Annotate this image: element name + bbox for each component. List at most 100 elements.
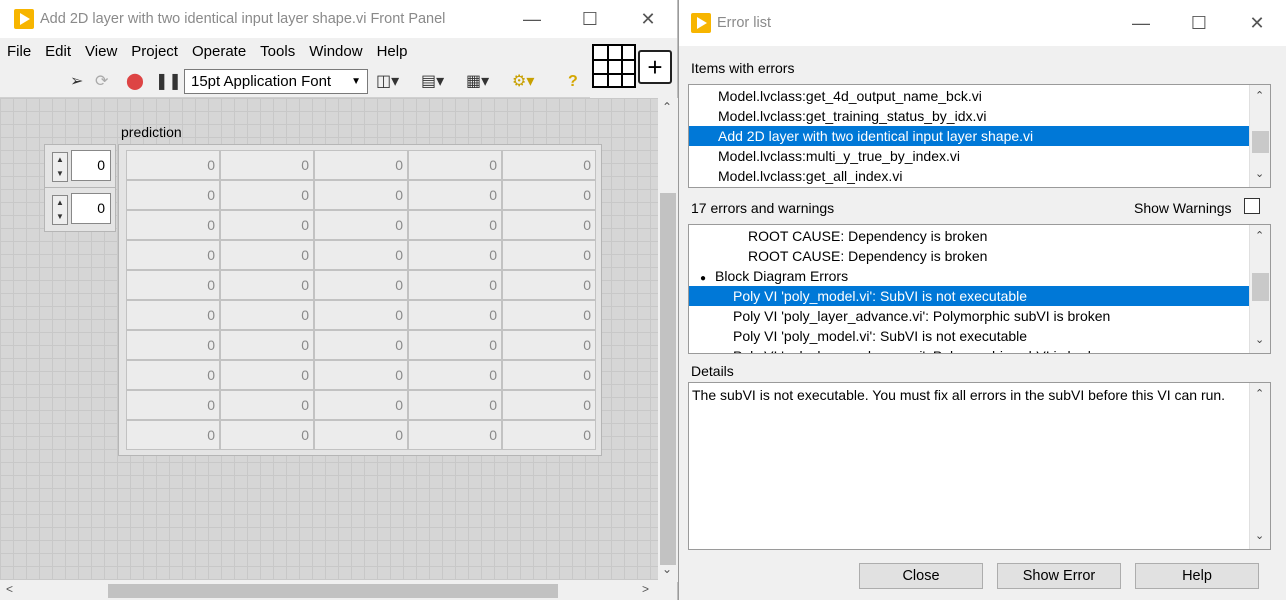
array-cell[interactable]: 0: [314, 360, 408, 390]
close-icon[interactable]: ✕: [1228, 0, 1286, 46]
close-button[interactable]: Close: [859, 563, 983, 589]
help-button[interactable]: Help: [1135, 563, 1259, 589]
scroll-up-icon[interactable]: ⌃: [1255, 229, 1264, 242]
menu-file[interactable]: File: [0, 43, 38, 60]
front-panel-canvas[interactable]: prediction ▲ ▼ 0 ▲ ▼ 0 0000000000000000000…: [0, 98, 658, 580]
details-scrollbar[interactable]: ⌃ ⌄: [1249, 383, 1270, 549]
index-row-value[interactable]: 0: [71, 150, 111, 181]
array-cell[interactable]: 0: [220, 240, 314, 270]
show-warnings-checkbox[interactable]: [1244, 198, 1260, 214]
menu-tools[interactable]: Tools: [253, 43, 302, 60]
array-cell[interactable]: 0: [126, 210, 220, 240]
items-with-errors-list[interactable]: Model.lvclass:get_4d_output_name_bck.vi M…: [688, 84, 1271, 188]
array-cell[interactable]: 0: [502, 180, 596, 210]
array-cell[interactable]: 0: [314, 180, 408, 210]
array-cell[interactable]: 0: [314, 150, 408, 180]
menu-view[interactable]: View: [78, 43, 124, 60]
scroll-down-icon[interactable]: ⌄: [1255, 333, 1264, 346]
array-cell[interactable]: 0: [408, 210, 502, 240]
details-box[interactable]: The subVI is not executable. You must fi…: [688, 382, 1271, 550]
distribute-objects-icon[interactable]: ▤▾: [421, 72, 444, 92]
scroll-up-icon[interactable]: ⌃: [1255, 89, 1264, 102]
error-row[interactable]: ROOT CAUSE: Dependency is broken: [689, 246, 1270, 266]
index-spinner[interactable]: ▲ ▼: [52, 152, 68, 182]
menu-edit[interactable]: Edit: [38, 43, 78, 60]
error-row[interactable]: ● Block Diagram Errors: [689, 266, 1270, 286]
scroll-left-icon[interactable]: <: [6, 582, 13, 596]
array-cell[interactable]: 0: [502, 390, 596, 420]
array-cell[interactable]: 0: [502, 210, 596, 240]
array-cell[interactable]: 0: [126, 300, 220, 330]
array-cell[interactable]: 0: [314, 390, 408, 420]
index-spinner[interactable]: ▲ ▼: [52, 195, 68, 225]
error-row[interactable]: Poly VI 'poly_layer_advance.vi': Polymor…: [689, 346, 1270, 353]
scroll-right-icon[interactable]: >: [642, 582, 649, 596]
array-cell[interactable]: 0: [408, 270, 502, 300]
align-objects-icon[interactable]: ◫▾: [376, 72, 399, 92]
error-row[interactable]: Poly VI 'poly_layer_advance.vi': Polymor…: [689, 306, 1270, 326]
show-error-button[interactable]: Show Error: [997, 563, 1121, 589]
scroll-thumb[interactable]: [108, 584, 558, 598]
array-cell[interactable]: 0: [220, 360, 314, 390]
run-arrow-icon[interactable]: ➢: [70, 72, 83, 92]
font-selector[interactable]: 15pt Application Font ▼: [184, 69, 368, 94]
horizontal-scrollbar[interactable]: < >: [0, 582, 658, 600]
errors-list[interactable]: ROOT CAUSE: Dependency is broken ROOT CAU…: [688, 224, 1271, 354]
array-cell[interactable]: 0: [502, 420, 596, 450]
error-row[interactable]: Poly VI 'poly_model.vi': SubVI is not ex…: [689, 286, 1270, 306]
array-cell[interactable]: 0: [314, 210, 408, 240]
array-cell[interactable]: 0: [314, 300, 408, 330]
scroll-thumb[interactable]: [1252, 131, 1269, 153]
array-cell[interactable]: 0: [408, 180, 502, 210]
array-cell[interactable]: 0: [314, 330, 408, 360]
array-cell[interactable]: 0: [220, 210, 314, 240]
menu-help[interactable]: Help: [370, 43, 415, 60]
array-cell[interactable]: 0: [220, 150, 314, 180]
menu-operate[interactable]: Operate: [185, 43, 253, 60]
abort-icon[interactable]: ⬤: [126, 72, 144, 92]
array-cell[interactable]: 0: [220, 300, 314, 330]
array-cell[interactable]: 0: [408, 420, 502, 450]
array-cell[interactable]: 0: [408, 390, 502, 420]
minimize-icon[interactable]: —: [503, 0, 561, 38]
connector-pane-icon[interactable]: [592, 44, 636, 88]
scroll-up-icon[interactable]: ⌃: [662, 100, 672, 114]
index-col-value[interactable]: 0: [71, 193, 111, 224]
scroll-up-icon[interactable]: ⌃: [1255, 387, 1264, 400]
error-item-row[interactable]: Add 2D layer with two identical input la…: [689, 126, 1270, 146]
error-item-row[interactable]: Model.lvclass:get_all_index.vi: [689, 166, 1270, 186]
pause-icon[interactable]: ❚❚: [155, 72, 182, 92]
scroll-down-icon[interactable]: ⌄: [1255, 167, 1264, 180]
maximize-icon[interactable]: ☐: [561, 0, 619, 38]
array-cell[interactable]: 0: [220, 180, 314, 210]
scroll-down-icon[interactable]: ⌄: [662, 562, 672, 576]
menu-project[interactable]: Project: [124, 43, 185, 60]
array-cell[interactable]: 0: [126, 180, 220, 210]
menu-window[interactable]: Window: [302, 43, 369, 60]
help-icon[interactable]: ?: [568, 72, 578, 92]
array-cell[interactable]: 0: [502, 270, 596, 300]
scroll-thumb[interactable]: [1252, 273, 1269, 301]
array-cell[interactable]: 0: [408, 300, 502, 330]
add-icon[interactable]: +: [638, 50, 672, 84]
list-scrollbar[interactable]: ⌃ ⌄: [1249, 85, 1270, 187]
array-cell[interactable]: 0: [220, 330, 314, 360]
array-cell[interactable]: 0: [126, 270, 220, 300]
error-row[interactable]: ROOT CAUSE: Dependency is broken: [689, 226, 1270, 246]
array-cell[interactable]: 0: [220, 390, 314, 420]
array-cell[interactable]: 0: [502, 150, 596, 180]
reorder-icon[interactable]: ⚙▾: [512, 72, 534, 92]
array-cell[interactable]: 0: [126, 240, 220, 270]
error-row[interactable]: Poly VI 'poly_model.vi': SubVI is not ex…: [689, 326, 1270, 346]
array-cell[interactable]: 0: [126, 360, 220, 390]
close-icon[interactable]: ✕: [619, 0, 677, 38]
array-cell[interactable]: 0: [314, 270, 408, 300]
scroll-thumb[interactable]: [660, 193, 676, 565]
array-cell[interactable]: 0: [220, 270, 314, 300]
array-cell[interactable]: 0: [502, 300, 596, 330]
array-cell[interactable]: 0: [408, 360, 502, 390]
array-cell[interactable]: 0: [408, 330, 502, 360]
maximize-icon[interactable]: ☐: [1170, 0, 1228, 46]
array-cell[interactable]: 0: [314, 240, 408, 270]
minimize-icon[interactable]: —: [1112, 0, 1170, 46]
